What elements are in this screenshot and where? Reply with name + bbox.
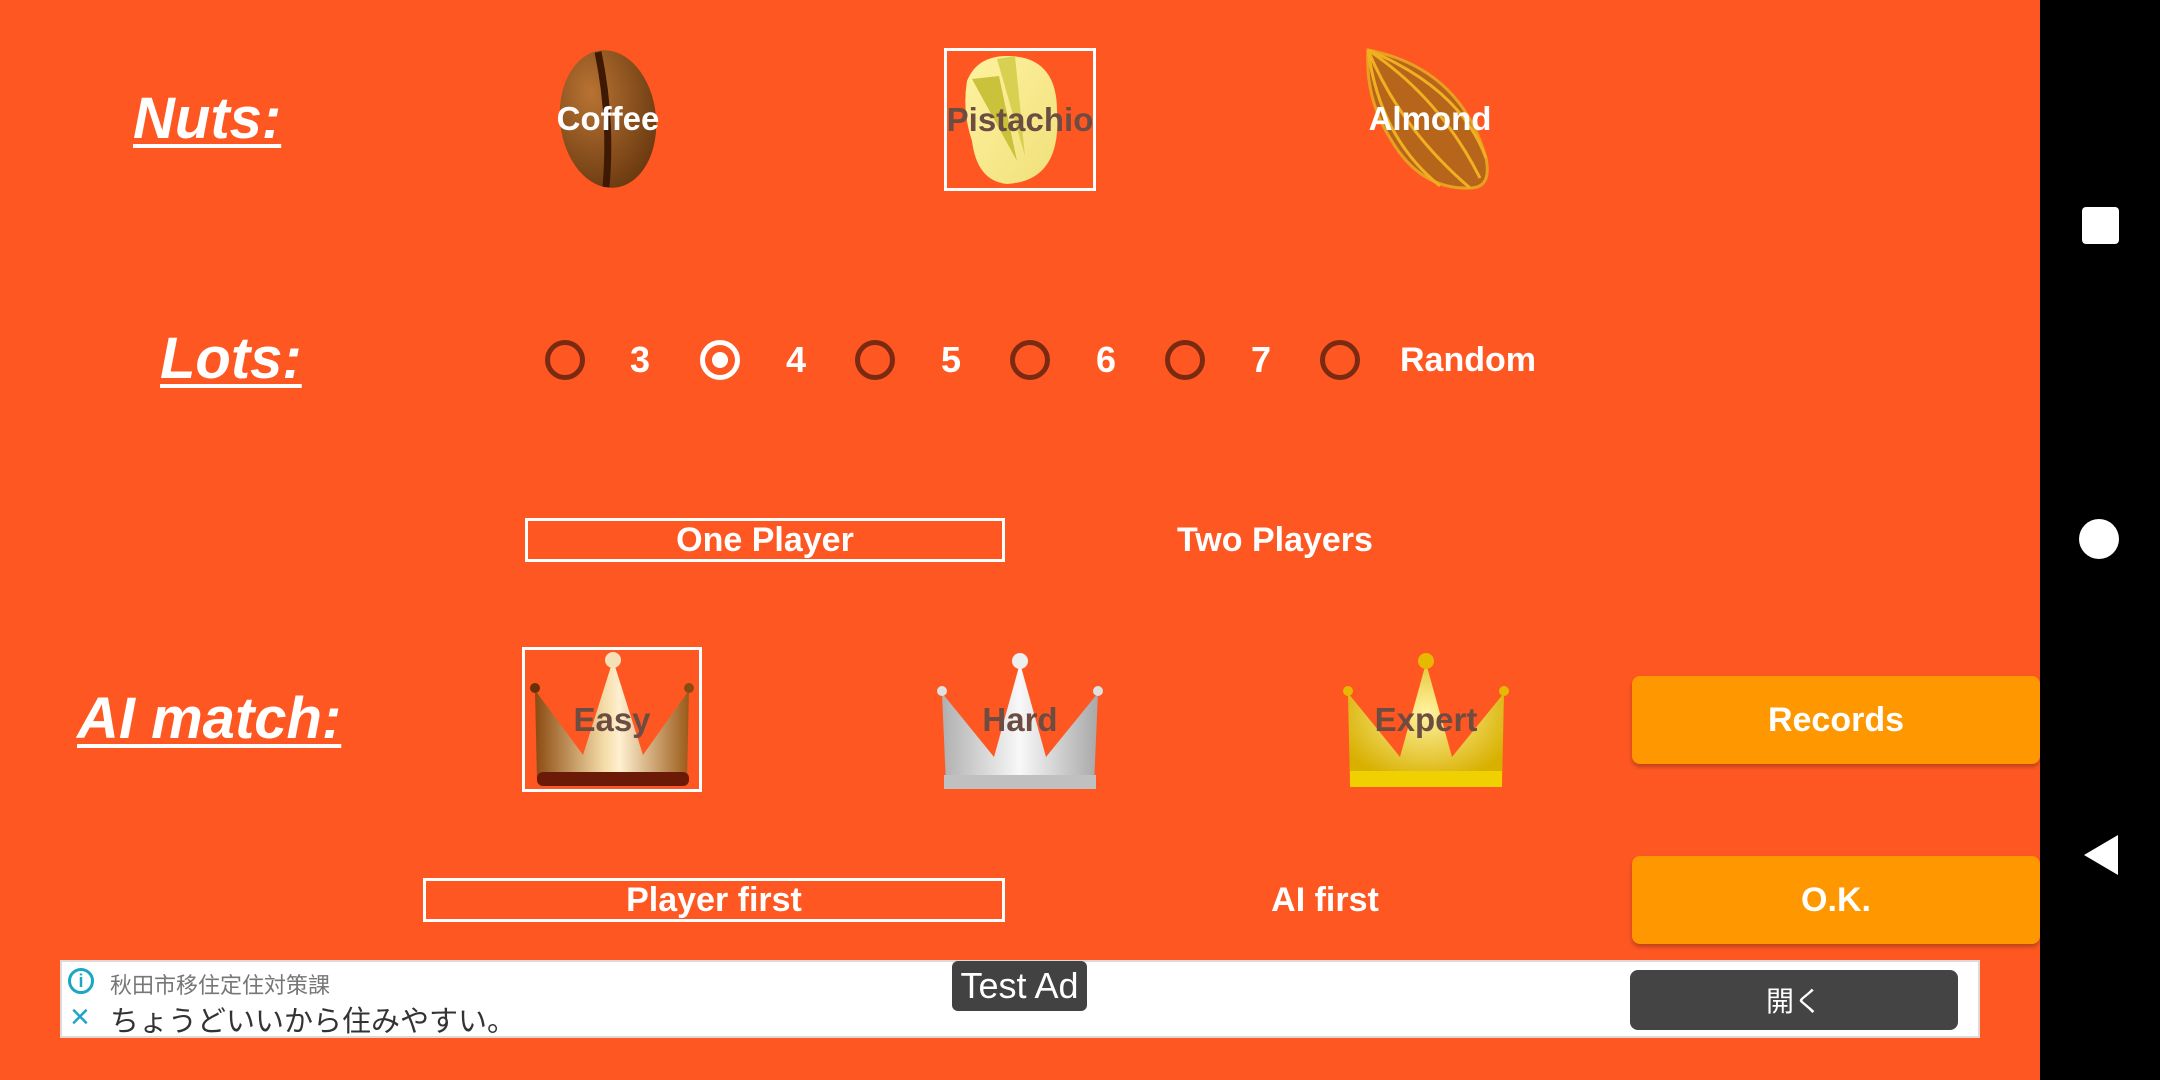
lots-radio-6[interactable]: [1010, 340, 1050, 380]
lots-radio-label[interactable]: 5: [941, 340, 961, 380]
lots-radio-label[interactable]: 7: [1251, 340, 1271, 380]
test-ad-badge: Test Ad: [952, 961, 1087, 1011]
lots-radio-label[interactable]: 6: [1096, 340, 1116, 380]
nut-label: Pistachio: [946, 100, 1094, 138]
ai-level-expert[interactable]: Expert: [1340, 647, 1512, 792]
home-icon[interactable]: [2079, 519, 2119, 559]
nut-option-coffee[interactable]: Coffee: [540, 48, 676, 190]
lots-radio-5[interactable]: [855, 340, 895, 380]
lots-radio-4[interactable]: [700, 340, 740, 380]
records-button[interactable]: Records: [1632, 676, 2040, 764]
lots-label: Lots:: [160, 326, 302, 391]
lots-radio-label[interactable]: 4: [786, 340, 806, 380]
ai-level-easy[interactable]: Easy: [522, 647, 702, 792]
nut-option-pistachio[interactable]: Pistachio: [944, 48, 1096, 191]
ok-button[interactable]: O.K.: [1632, 856, 2040, 944]
ad-advertiser: 秋田市移住定住対策課: [110, 974, 331, 999]
nuts-label: Nuts:: [133, 86, 282, 151]
back-icon[interactable]: [2084, 835, 2118, 875]
ai-first-option[interactable]: AI first: [1180, 878, 1470, 922]
player-first-option[interactable]: Player first: [423, 878, 1005, 922]
ad-open-button[interactable]: 開く: [1630, 970, 1958, 1030]
ad-info-icon[interactable]: i: [68, 968, 94, 994]
ai-level-hard[interactable]: Hard: [934, 647, 1106, 792]
nut-label: Coffee: [556, 100, 660, 137]
lots-radio-3[interactable]: [545, 340, 585, 380]
nut-label: Almond: [1368, 100, 1492, 137]
system-navigation-bar: [2040, 0, 2160, 1080]
ai-match-label: AI match:: [77, 686, 342, 751]
lots-radio-random[interactable]: [1320, 340, 1360, 380]
lots-radio-7[interactable]: [1165, 340, 1205, 380]
one-player-option[interactable]: One Player: [525, 518, 1005, 562]
nut-option-almond[interactable]: Almond: [1360, 48, 1500, 190]
lots-radio-label[interactable]: Random: [1400, 340, 1536, 380]
ai-level-label: Easy: [573, 700, 651, 738]
ad-headline: ちょうどいいから住みやすい。: [110, 1004, 517, 1038]
lots-radio-label[interactable]: 3: [630, 340, 650, 380]
two-players-option[interactable]: Two Players: [1110, 518, 1440, 562]
ai-level-label: Expert: [1374, 700, 1478, 738]
recents-icon[interactable]: [2082, 207, 2119, 244]
ai-level-label: Hard: [982, 700, 1058, 738]
ad-close-icon[interactable]: ×: [70, 1000, 90, 1034]
